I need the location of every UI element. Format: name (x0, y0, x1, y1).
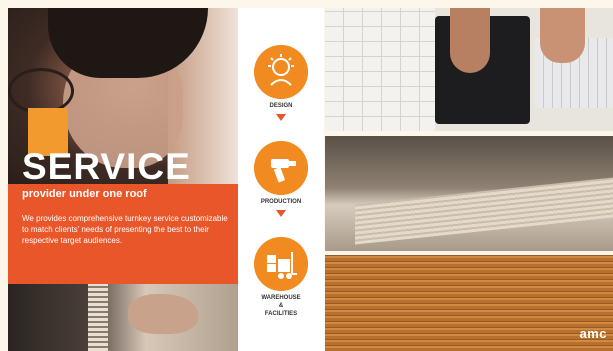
process-column: DESIGN PRODUCTION WAREHOUSE & FACILITIES (238, 8, 324, 351)
down-arrow-icon (276, 210, 286, 218)
step-design: DESIGN (238, 45, 324, 122)
step-label-design: DESIGN (269, 103, 293, 109)
drill-icon (254, 141, 308, 195)
photo-gallery: amc (325, 8, 613, 351)
design-desk-photo (325, 8, 613, 131)
step-label-warehouse: WAREHOUSE & FACILITIES (261, 295, 301, 318)
stacked-timber-photo: amc (325, 255, 613, 351)
step-label-production: PRODUCTION (260, 199, 302, 205)
down-arrow-icon (276, 114, 286, 122)
forklift-icon (254, 237, 308, 291)
hero-title: SERVICE (22, 146, 191, 187)
wood-production-photo (325, 136, 613, 251)
hero-description: We provides comprehensive turnkey servic… (22, 214, 228, 246)
brand-logo: amc (579, 325, 607, 343)
logo-text: amc (579, 326, 607, 341)
workshop-photo (8, 284, 238, 351)
step-production: PRODUCTION (238, 141, 324, 218)
lightbulb-head-icon (254, 45, 308, 99)
hero-panel: SERVICE provider under one roof We provi… (8, 8, 238, 351)
hero-subtitle: provider under one roof (22, 188, 147, 200)
step-warehouse: WAREHOUSE & FACILITIES (238, 237, 324, 318)
